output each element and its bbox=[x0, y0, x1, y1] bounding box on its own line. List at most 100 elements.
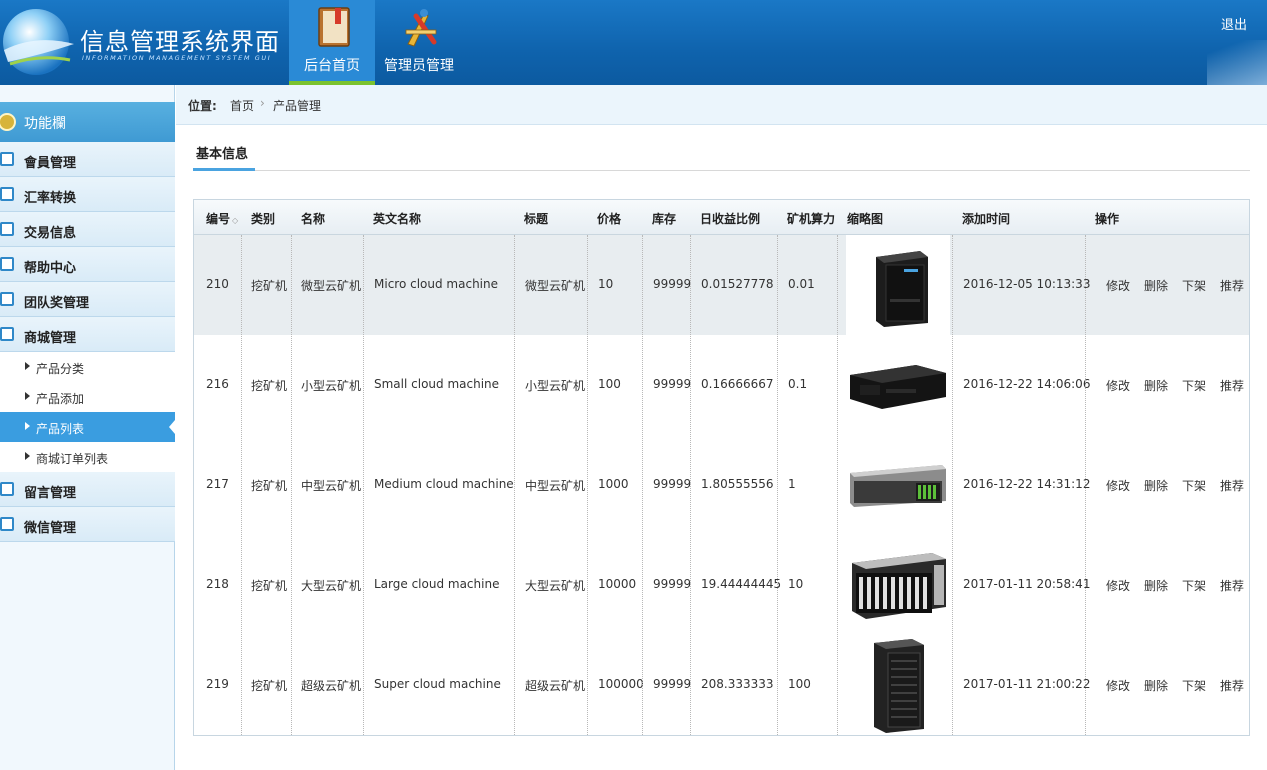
cell-id: 219 bbox=[206, 677, 229, 691]
column-divider bbox=[837, 235, 838, 735]
cell-name: 中型云矿机 bbox=[301, 479, 362, 493]
column-header: 缩略图 bbox=[847, 212, 884, 226]
sidebar-sub-product-category[interactable]: 产品分类 bbox=[0, 352, 175, 382]
cell-price: 10 bbox=[598, 277, 614, 291]
breadcrumb-separator-icon: › bbox=[260, 96, 265, 110]
sidebar-item-wechat[interactable]: 微信管理 bbox=[0, 507, 175, 542]
sidebar-sub-product-add[interactable]: 产品添加 bbox=[0, 382, 175, 412]
cell-category: 挖矿机 bbox=[251, 379, 288, 393]
sidebar-item-members[interactable]: 會員管理 bbox=[0, 142, 175, 177]
nav-admin[interactable]: 管理员管理 bbox=[376, 0, 462, 85]
cell-title: 中型云矿机 bbox=[525, 479, 586, 493]
unlist-link[interactable]: 下架 bbox=[1182, 277, 1206, 294]
table-row: 210 挖矿机 微型云矿机 Micro cloud machine 微型云矿机 … bbox=[194, 235, 1249, 335]
sidebar-item-help[interactable]: 帮助中心 bbox=[0, 247, 175, 282]
sidebar-sub-label: 商城订单列表 bbox=[36, 452, 109, 466]
delete-link[interactable]: 删除 bbox=[1144, 677, 1168, 694]
blade-chassis-image bbox=[852, 553, 946, 619]
column-divider bbox=[777, 235, 778, 735]
table-row: 218 挖矿机 大型云矿机 Large cloud machine 大型云矿机 … bbox=[194, 535, 1249, 635]
cell-id: 217 bbox=[206, 477, 229, 491]
breadcrumb-label: 位置: bbox=[188, 99, 217, 113]
cell-ratio: 1.80555556 bbox=[701, 477, 774, 491]
column-divider bbox=[241, 235, 242, 735]
column-header: 类别 bbox=[251, 212, 276, 226]
server-tower-image bbox=[874, 639, 924, 733]
column-header: 价格 bbox=[597, 212, 622, 226]
recommend-link[interactable]: 推荐 bbox=[1220, 377, 1244, 394]
delete-link[interactable]: 删除 bbox=[1144, 277, 1168, 294]
recommend-link[interactable]: 推荐 bbox=[1220, 477, 1244, 494]
cell-price: 100000 bbox=[598, 677, 644, 691]
unlist-link[interactable]: 下架 bbox=[1182, 677, 1206, 694]
sidebar-item-label: 交易信息 bbox=[24, 226, 77, 241]
cell-power: 10 bbox=[788, 577, 804, 591]
caret-right-icon bbox=[25, 422, 30, 430]
edit-link[interactable]: 修改 bbox=[1106, 377, 1130, 394]
recommend-link[interactable]: 推荐 bbox=[1220, 677, 1244, 694]
sidebar-header[interactable]: 功能欄 bbox=[0, 102, 175, 142]
sidebar-item-label: 汇率转换 bbox=[24, 191, 77, 206]
cell-name: 超级云矿机 bbox=[301, 679, 362, 693]
column-header: 库存 bbox=[652, 212, 677, 226]
table-row: 216 挖矿机 小型云矿机 Small cloud machine 小型云矿机 … bbox=[194, 335, 1249, 435]
caret-right-icon bbox=[25, 362, 30, 370]
cell-time: 2017-01-11 20:58:41 bbox=[963, 577, 1091, 591]
cell-time: 2016-12-05 10:13:33 bbox=[963, 277, 1091, 291]
sidebar-item-transactions[interactable]: 交易信息 bbox=[0, 212, 175, 247]
sort-icon[interactable]: ◇ bbox=[232, 216, 238, 225]
cell-title: 小型云矿机 bbox=[525, 379, 586, 393]
cell-stock: 99999 bbox=[653, 577, 692, 591]
sidebar-item-team-bonus[interactable]: 团队奖管理 bbox=[0, 282, 175, 317]
unlist-link[interactable]: 下架 bbox=[1182, 477, 1206, 494]
sidebar-item-label: 微信管理 bbox=[24, 521, 77, 536]
app-subtitle: INFORMATION MANAGEMENT SYSTEM GUI bbox=[82, 54, 272, 62]
column-header[interactable]: 编号 ◇ bbox=[206, 210, 238, 227]
breadcrumb: 位置: 首页 › 产品管理 bbox=[176, 85, 1267, 125]
cell-en-name: Micro cloud machine bbox=[374, 277, 498, 291]
sidebar-sub-product-list[interactable]: 产品列表 bbox=[0, 412, 175, 442]
breadcrumb-home-link[interactable]: 首页 bbox=[230, 97, 254, 114]
delete-link[interactable]: 删除 bbox=[1144, 377, 1168, 394]
cell-id: 216 bbox=[206, 377, 229, 391]
cell-name: 小型云矿机 bbox=[301, 379, 362, 393]
product-thumbnail bbox=[846, 535, 950, 635]
column-divider bbox=[642, 235, 643, 735]
cell-en-name: Super cloud machine bbox=[374, 677, 501, 691]
nav-admin-label: 管理员管理 bbox=[384, 58, 454, 74]
cell-time: 2017-01-11 21:00:22 bbox=[963, 677, 1091, 691]
sidebar: 功能欄 會員管理 汇率转换 交易信息 帮助中心 团队奖管理 商城管理 产品分类 … bbox=[0, 85, 175, 770]
nav-home[interactable]: 后台首页 bbox=[289, 0, 375, 85]
sidebar-item-mall[interactable]: 商城管理 bbox=[0, 317, 175, 352]
tower-case-image bbox=[876, 251, 928, 327]
delete-link[interactable]: 删除 bbox=[1144, 477, 1168, 494]
caret-right-icon bbox=[25, 392, 30, 400]
cell-title: 微型云矿机 bbox=[525, 279, 586, 293]
recommend-link[interactable]: 推荐 bbox=[1220, 277, 1244, 294]
cell-stock: 99999 bbox=[653, 477, 692, 491]
delete-link[interactable]: 删除 bbox=[1144, 577, 1168, 594]
logout-link[interactable]: 退出 bbox=[1221, 14, 1247, 33]
cell-power: 1 bbox=[788, 477, 796, 491]
cell-en-name: Small cloud machine bbox=[374, 377, 500, 391]
cell-stock: 99999 bbox=[653, 277, 692, 291]
cell-category: 挖矿机 bbox=[251, 579, 288, 593]
cell-price: 10000 bbox=[598, 577, 637, 591]
column-header: 矿机算力 bbox=[787, 212, 836, 226]
sidebar-item-label: 团队奖管理 bbox=[24, 296, 90, 311]
sidebar-sub-mall-orders[interactable]: 商城订单列表 bbox=[0, 442, 175, 472]
tab-basic-info[interactable]: 基本信息 bbox=[193, 143, 251, 162]
edit-icon bbox=[0, 482, 14, 496]
unlist-link[interactable]: 下架 bbox=[1182, 577, 1206, 594]
sidebar-item-messages[interactable]: 留言管理 bbox=[0, 472, 175, 507]
table-row: 219 挖矿机 超级云矿机 Super cloud machine 超级云矿机 … bbox=[194, 635, 1249, 735]
edit-link[interactable]: 修改 bbox=[1106, 477, 1130, 494]
sidebar-item-exchange-rate[interactable]: 汇率转换 bbox=[0, 177, 175, 212]
edit-link[interactable]: 修改 bbox=[1106, 677, 1130, 694]
column-header: 英文名称 bbox=[373, 212, 422, 226]
cell-category: 挖矿机 bbox=[251, 479, 288, 493]
edit-link[interactable]: 修改 bbox=[1106, 277, 1130, 294]
edit-link[interactable]: 修改 bbox=[1106, 577, 1130, 594]
recommend-link[interactable]: 推荐 bbox=[1220, 577, 1244, 594]
unlist-link[interactable]: 下架 bbox=[1182, 377, 1206, 394]
